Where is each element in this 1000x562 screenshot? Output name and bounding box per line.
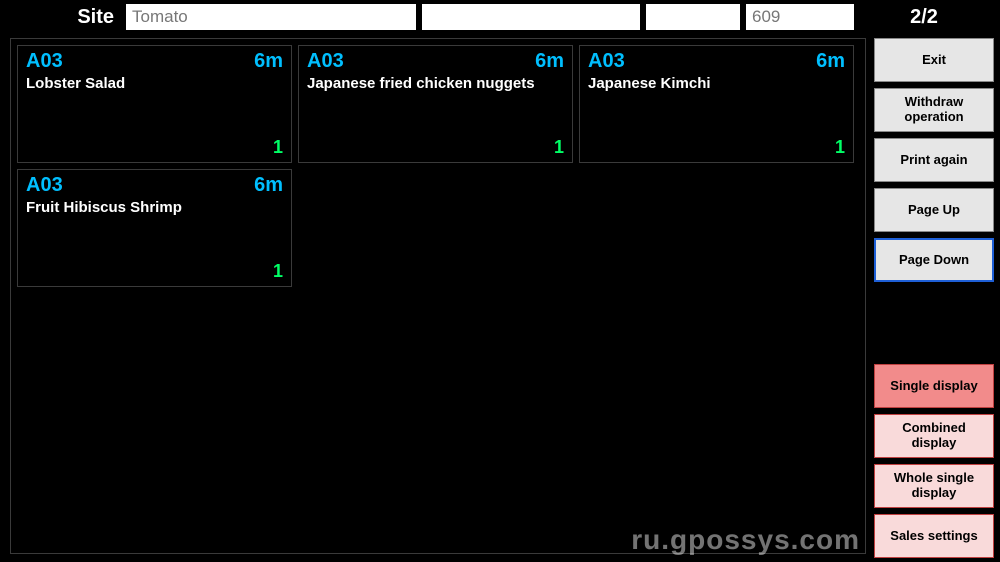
order-card[interactable]: A03 6m Fruit Hibiscus Shrimp 1 — [17, 169, 292, 287]
order-time: 6m — [254, 174, 283, 197]
sales-settings-button[interactable]: Sales settings — [874, 514, 994, 558]
site-input[interactable] — [126, 4, 416, 30]
filter-input-2[interactable] — [646, 4, 740, 30]
order-qty: 1 — [588, 137, 845, 158]
sidebar: Exit Withdraw operation Print again Page… — [874, 38, 994, 558]
order-code: A03 — [307, 50, 344, 73]
order-time: 6m — [254, 50, 283, 73]
whole-single-display-button[interactable]: Whole single display — [874, 464, 994, 508]
order-code: A03 — [26, 174, 63, 197]
order-item-name: Japanese Kimchi — [588, 75, 845, 92]
order-item-name: Japanese fried chicken nuggets — [307, 75, 564, 92]
order-item-name: Fruit Hibiscus Shrimp — [26, 199, 283, 216]
page-up-button[interactable]: Page Up — [874, 188, 994, 232]
exit-button[interactable]: Exit — [874, 38, 994, 82]
number-input[interactable] — [746, 4, 854, 30]
top-bar: Site 2/2 — [0, 0, 1000, 34]
order-time: 6m — [535, 50, 564, 73]
order-qty: 1 — [26, 261, 283, 282]
order-card[interactable]: A03 6m Japanese Kimchi 1 — [579, 45, 854, 163]
order-item-name: Lobster Salad — [26, 75, 283, 92]
page-indicator: 2/2 — [860, 6, 988, 29]
site-label: Site — [8, 6, 120, 29]
order-card[interactable]: A03 6m Japanese fried chicken nuggets 1 — [298, 45, 573, 163]
single-display-button[interactable]: Single display — [874, 364, 994, 408]
filter-input-1[interactable] — [422, 4, 640, 30]
page-down-button[interactable]: Page Down — [874, 238, 994, 282]
combined-display-button[interactable]: Combined display — [874, 414, 994, 458]
print-again-button[interactable]: Print again — [874, 138, 994, 182]
order-card[interactable]: A03 6m Lobster Salad 1 — [17, 45, 292, 163]
order-qty: 1 — [26, 137, 283, 158]
order-time: 6m — [816, 50, 845, 73]
order-code: A03 — [588, 50, 625, 73]
withdraw-button[interactable]: Withdraw operation — [874, 88, 994, 132]
order-grid: A03 6m Lobster Salad 1 A03 6m Japanese f… — [10, 38, 866, 554]
order-qty: 1 — [307, 137, 564, 158]
order-code: A03 — [26, 50, 63, 73]
